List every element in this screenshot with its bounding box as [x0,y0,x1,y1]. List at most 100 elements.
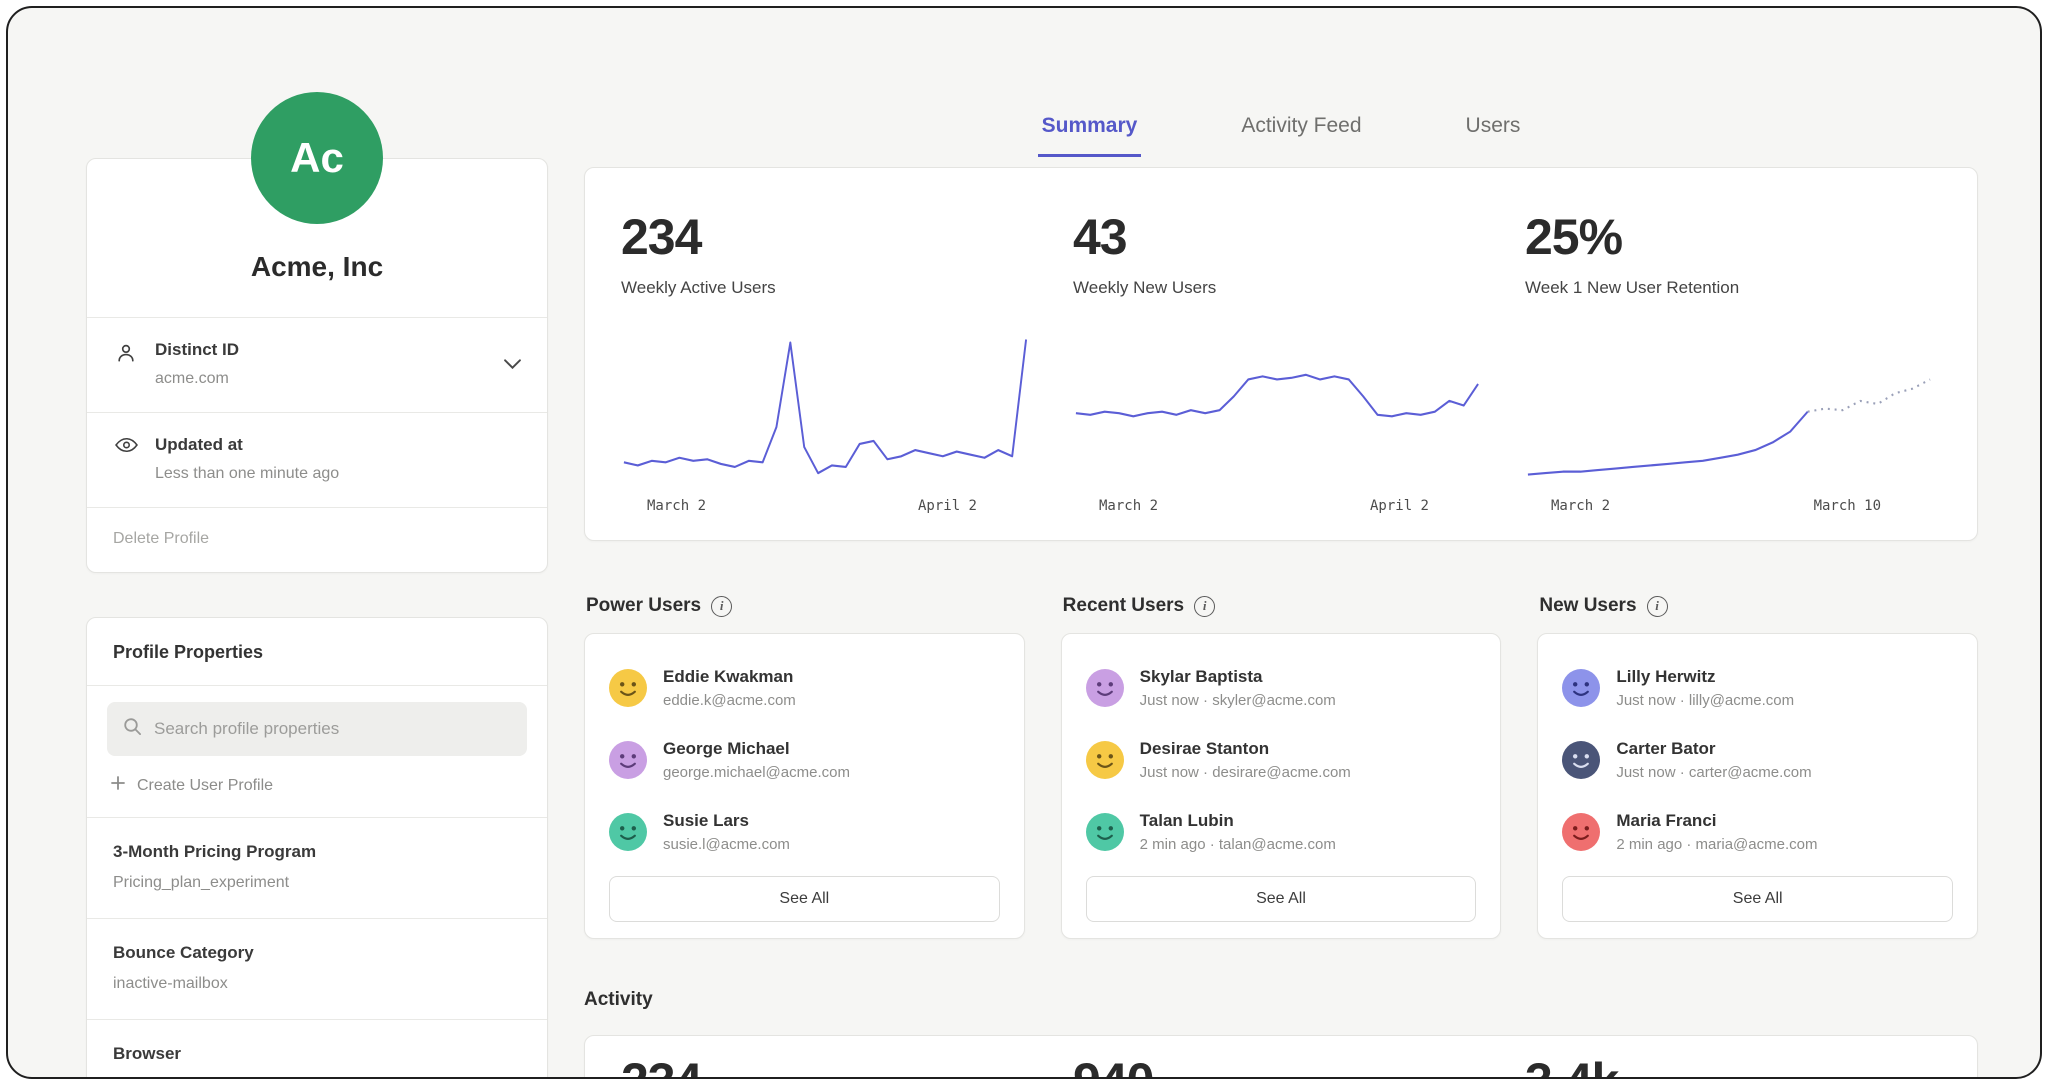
property-row[interactable]: 3-Month Pricing Program Pricing_plan_exp… [87,818,547,918]
user-name: Lilly Herwitz [1616,667,1794,687]
activity-stat: 3.4k [1525,1052,1941,1079]
x-axis-start-label: March 2 [647,498,706,514]
list-title: Recent Users [1063,595,1184,617]
user-name: George Michael [663,739,850,759]
property-row[interactable]: Browser Chrome [87,1020,547,1079]
profile-sidebar: Ac Acme, Inc Distinct ID acme.com [86,92,548,1079]
activity-section-title: Activity [584,989,1978,1011]
chevron-down-icon[interactable] [504,356,521,374]
user-subtitle: Just now · skyler@acme.com [1140,692,1336,709]
weekly-active-users-chart [621,324,1029,484]
power-users-card: Eddie Kwakman eddie.k@acme.com George Mi… [584,633,1025,939]
field-label: Updated at [155,435,339,455]
activity-stat-value: 3.4k [1525,1052,1933,1079]
stat-value: 25% [1525,208,1933,266]
x-axis-end-label: March 10 [1814,498,1881,514]
user-name: Talan Lubin [1140,811,1336,831]
x-axis-start-label: March 2 [1099,498,1158,514]
distinct-id-row[interactable]: Distinct ID acme.com [87,318,547,412]
summary-stats-card: 234 Weekly Active Users March 2 April 2 … [584,167,1978,541]
property-row[interactable]: Bounce Category inactive-mailbox [87,919,547,1019]
user-subtitle: Just now · desirare@acme.com [1140,764,1351,781]
stat-value: 234 [621,208,1029,266]
avatar [1086,669,1124,707]
user-row[interactable]: Lilly Herwitz Just now · lilly@acme.com [1562,660,1953,716]
delete-profile-button[interactable]: Delete Profile [87,508,547,572]
user-row[interactable]: Maria Franci 2 min ago · maria@acme.com [1562,804,1953,860]
avatar [609,669,647,707]
profile-properties-title: Profile Properties [87,618,547,685]
user-row[interactable]: Susie Lars susie.l@acme.com [609,804,1000,860]
avatar [1562,741,1600,779]
activity-stat: 940 [1073,1052,1525,1079]
field-label: Distinct ID [155,340,239,360]
stat-retention: 25% Week 1 New User Retention March 2 Ma… [1525,208,1941,514]
tab-users[interactable]: Users [1462,108,1525,157]
updated-at-row: Updated at Less than one minute ago [87,413,547,507]
see-all-button[interactable]: See All [1086,876,1477,922]
avatar [1562,813,1600,851]
info-icon[interactable]: i [1194,596,1215,617]
info-icon[interactable]: i [711,596,732,617]
avatar [1562,669,1600,707]
x-axis-end-label: April 2 [1370,498,1429,514]
recent-users-column: Recent Users i Skylar Baptista Just now … [1061,595,1502,939]
user-row[interactable]: Talan Lubin 2 min ago · talan@acme.com [1086,804,1477,860]
stat-value: 43 [1073,208,1481,266]
stat-weekly-new-users: 43 Weekly New Users March 2 April 2 [1073,208,1525,514]
plus-icon [111,776,125,795]
app-window: Ac Acme, Inc Distinct ID acme.com [6,6,2042,1079]
user-subtitle: Just now · lilly@acme.com [1616,692,1794,709]
new-users-card: Lilly Herwitz Just now · lilly@acme.com … [1537,633,1978,939]
x-axis-start-label: March 2 [1551,498,1610,514]
list-title: New Users [1539,595,1636,617]
user-name: Maria Franci [1616,811,1817,831]
see-all-button[interactable]: See All [609,876,1000,922]
user-row[interactable]: Carter Bator Just now · carter@acme.com [1562,732,1953,788]
person-icon [113,340,139,388]
user-name: Desirae Stanton [1140,739,1351,759]
user-row[interactable]: George Michael george.michael@acme.com [609,732,1000,788]
see-all-button[interactable]: See All [1562,876,1953,922]
user-name: Eddie Kwakman [663,667,796,687]
power-users-column: Power Users i Eddie Kwakman eddie.k@acme… [584,595,1025,939]
weekly-new-users-chart [1073,324,1481,484]
user-subtitle: 2 min ago · talan@acme.com [1140,836,1336,853]
stat-label: Weekly Active Users [621,278,1029,298]
info-icon[interactable]: i [1647,596,1668,617]
eye-icon [113,435,139,483]
activity-stat-value: 940 [1073,1052,1481,1079]
create-user-profile-label: Create User Profile [137,777,273,795]
user-subtitle: Just now · carter@acme.com [1616,764,1811,781]
property-search[interactable] [107,702,527,756]
user-subtitle: eddie.k@acme.com [663,692,796,709]
create-user-profile-button[interactable]: Create User Profile [87,756,547,817]
field-value: acme.com [155,370,239,388]
stat-label: Week 1 New User Retention [1525,278,1933,298]
property-value: inactive-mailbox [113,975,521,993]
user-subtitle: susie.l@acme.com [663,836,790,853]
activity-stats-card: 234 940 3.4k [584,1035,1978,1079]
profile-properties-card: Profile Properties Create User Profile [86,617,548,1079]
stat-label: Weekly New Users [1073,278,1481,298]
stat-weekly-active-users: 234 Weekly Active Users March 2 April 2 [621,208,1073,514]
new-users-column: New Users i Lilly Herwitz Just now · lil… [1537,595,1978,939]
activity-stat: 234 [621,1052,1073,1079]
retention-chart [1525,324,1933,484]
user-row[interactable]: Skylar Baptista Just now · skyler@acme.c… [1086,660,1477,716]
user-lists: Power Users i Eddie Kwakman eddie.k@acme… [584,595,1978,939]
tab-bar: Summary Activity Feed Users [584,108,1978,157]
list-title: Power Users [586,595,701,617]
user-row[interactable]: Eddie Kwakman eddie.k@acme.com [609,660,1000,716]
property-value: Chrome [113,1076,521,1079]
activity-stat-value: 234 [621,1052,1029,1079]
search-icon [123,717,142,741]
user-name: Susie Lars [663,811,790,831]
tab-summary[interactable]: Summary [1038,108,1142,157]
avatar [609,741,647,779]
user-row[interactable]: Desirae Stanton Just now · desirare@acme… [1086,732,1477,788]
recent-users-card: Skylar Baptista Just now · skyler@acme.c… [1061,633,1502,939]
search-input[interactable] [154,719,511,739]
tab-activity-feed[interactable]: Activity Feed [1237,108,1365,157]
property-label: 3-Month Pricing Program [113,842,521,862]
